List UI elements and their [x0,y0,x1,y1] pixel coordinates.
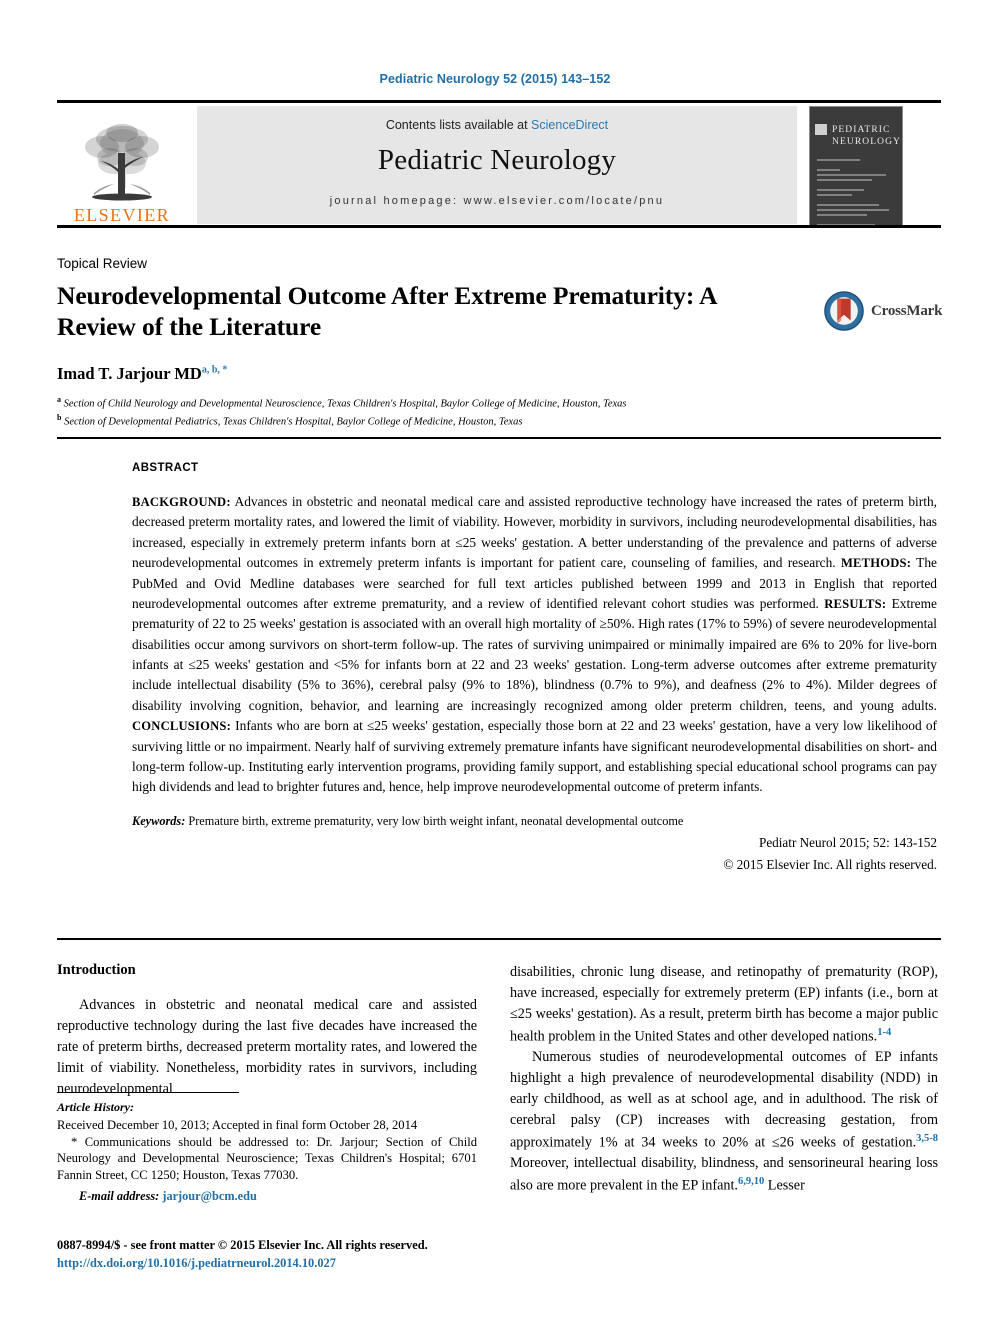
masthead-bottom-rule [57,225,941,228]
elsevier-logo: ELSEVIER [57,106,187,224]
abstract-background-text: Advances in obstetric and neonatal medic… [132,494,937,571]
correspondence-note: * Communications should be addressed to:… [57,1134,477,1183]
abstract-body: BACKGROUND: Advances in obstetric and ne… [132,492,937,798]
issn-doi-block: 0887-8994/$ - see front matter © 2015 El… [57,1238,517,1271]
body-top-rule [57,938,941,940]
article-history-title: Article History: [57,1100,134,1114]
author-name: Imad T. Jarjour MDa, b, * [57,364,941,384]
section-heading-introduction: Introduction [57,962,136,978]
body-column-right: disabilities, chronic lung disease, and … [510,962,938,1197]
right-paragraph-2-text-a: Numerous studies of neurodevelopmental o… [510,1049,938,1151]
abstract-background-label: BACKGROUND: [132,495,231,509]
keywords-text: Premature birth, extreme prematurity, ve… [185,813,684,828]
footnote-rule [57,1092,239,1093]
running-head: Pediatric Neurology 52 (2015) 143–152 [379,72,611,86]
affiliation-list: a Section of Child Neurology and Develop… [57,394,941,429]
affiliation-a-mark: a [57,395,61,405]
abstract-results-text: Extreme prematurity of 22 to 25 weeks' g… [132,595,937,713]
abstract-heading: ABSTRACT [132,462,199,474]
keywords-label: Keywords: [132,813,186,828]
cover-title-line2: NEUROLOGY [832,136,902,147]
affiliation-b-text: Section of Developmental Pediatrics, Tex… [64,416,523,428]
right-paragraph-1: disabilities, chronic lung disease, and … [510,962,938,1047]
cover-text-lines [817,158,895,225]
crossmark-icon [824,291,864,331]
journal-homepage-link[interactable]: journal homepage: www.elsevier.com/locat… [330,195,664,207]
contents-available-line: Contents lists available at ScienceDirec… [386,118,608,132]
page-title: Neurodevelopmental Outcome After Extreme… [57,281,716,341]
abstract-section: ABSTRACT BACKGROUND: Advances in obstetr… [132,462,937,873]
body-column-left: Introduction Advances in obstetric and n… [57,962,477,1099]
right-paragraph-1-text: disabilities, chronic lung disease, and … [510,964,938,1045]
author-label: Imad T. Jarjour MD [57,364,202,384]
keywords-line: Keywords: Premature birth, extreme prema… [132,814,937,829]
article-section-label: Topical Review [57,256,148,271]
author-affiliation-marks[interactable]: a, b, * [202,365,228,376]
right-paragraph-2-text-c: Lesser [764,1177,805,1194]
email-label: E-mail address: [79,1188,160,1203]
abstract-results-label: RESULTS: [824,596,887,611]
affiliation-a-text: Section of Child Neurology and Developme… [63,398,627,410]
elsevier-wordmark: ELSEVIER [73,205,171,225]
affiliation-a: a Section of Child Neurology and Develop… [57,394,941,412]
article-page: Pediatric Neurology 52 (2015) 143–152 EL… [0,0,990,1320]
abstract-methods-label: METHODS: [840,556,912,571]
issn-front-matter: 0887-8994/$ - see front matter © 2015 El… [57,1238,428,1252]
footnote-block: Article History: Received December 10, 2… [57,1100,477,1204]
cover-title: PEDIATRIC NEUROLOGY [832,125,902,149]
journal-cover-thumbnail[interactable]: PEDIATRIC NEUROLOGY [809,106,903,226]
abstract-citation: Pediatr Neurol 2015; 52: 143-152 [758,834,937,850]
abstract-conclusions-label: CONCLUSIONS: [132,719,231,734]
journal-title: Pediatric Neurology [377,144,617,176]
affiliation-b: b Section of Developmental Pediatrics, T… [57,412,941,430]
sciencedirect-link[interactable]: ScienceDirect [531,118,608,132]
citation-ref-3-5-8[interactable]: 3,5-8 [916,1133,938,1144]
article-history-dates: Received December 10, 2013; Accepted in … [57,1118,418,1132]
elsevier-tree-icon [85,124,159,201]
cover-badge-icon [815,124,827,135]
cover-title-line1: PEDIATRIC [832,125,891,135]
email-line: E-mail address: jarjour@bcm.edu [57,1189,477,1204]
email-link[interactable]: jarjour@bcm.edu [162,1189,256,1203]
masthead-top-rule [57,100,941,103]
intro-paragraph-1: Advances in obstetric and neonatal medic… [57,997,477,1097]
contents-prefix: Contents lists available at [385,118,532,132]
crossmark-badge[interactable]: CrossMark [823,288,943,334]
citation-ref-6-9-10[interactable]: 6,9,10 [738,1176,764,1187]
doi-link[interactable]: http://dx.doi.org/10.1016/j.pediatrneuro… [57,1256,517,1271]
abstract-conclusions-text: Infants who are born at ≤25 weeks' gesta… [132,718,937,795]
article-title-block: Topical Review Neurodevelopmental Outcom… [57,256,941,430]
abstract-top-rule [57,437,941,439]
crossmark-label: CrossMark [871,302,943,319]
right-paragraph-2: Numerous studies of neurodevelopmental o… [510,1047,938,1197]
citation-ref-1-4[interactable]: 1-4 [877,1027,891,1038]
affiliation-b-mark: b [57,412,62,422]
masthead-center: Contents lists available at ScienceDirec… [197,106,797,224]
journal-masthead: ELSEVIER Contents lists available at Sci… [57,100,941,228]
right-paragraph-2-text-b: Moreover, intellectual disability, blind… [510,1155,938,1194]
abstract-copyright: © 2015 Elsevier Inc. All rights reserved… [723,856,937,872]
